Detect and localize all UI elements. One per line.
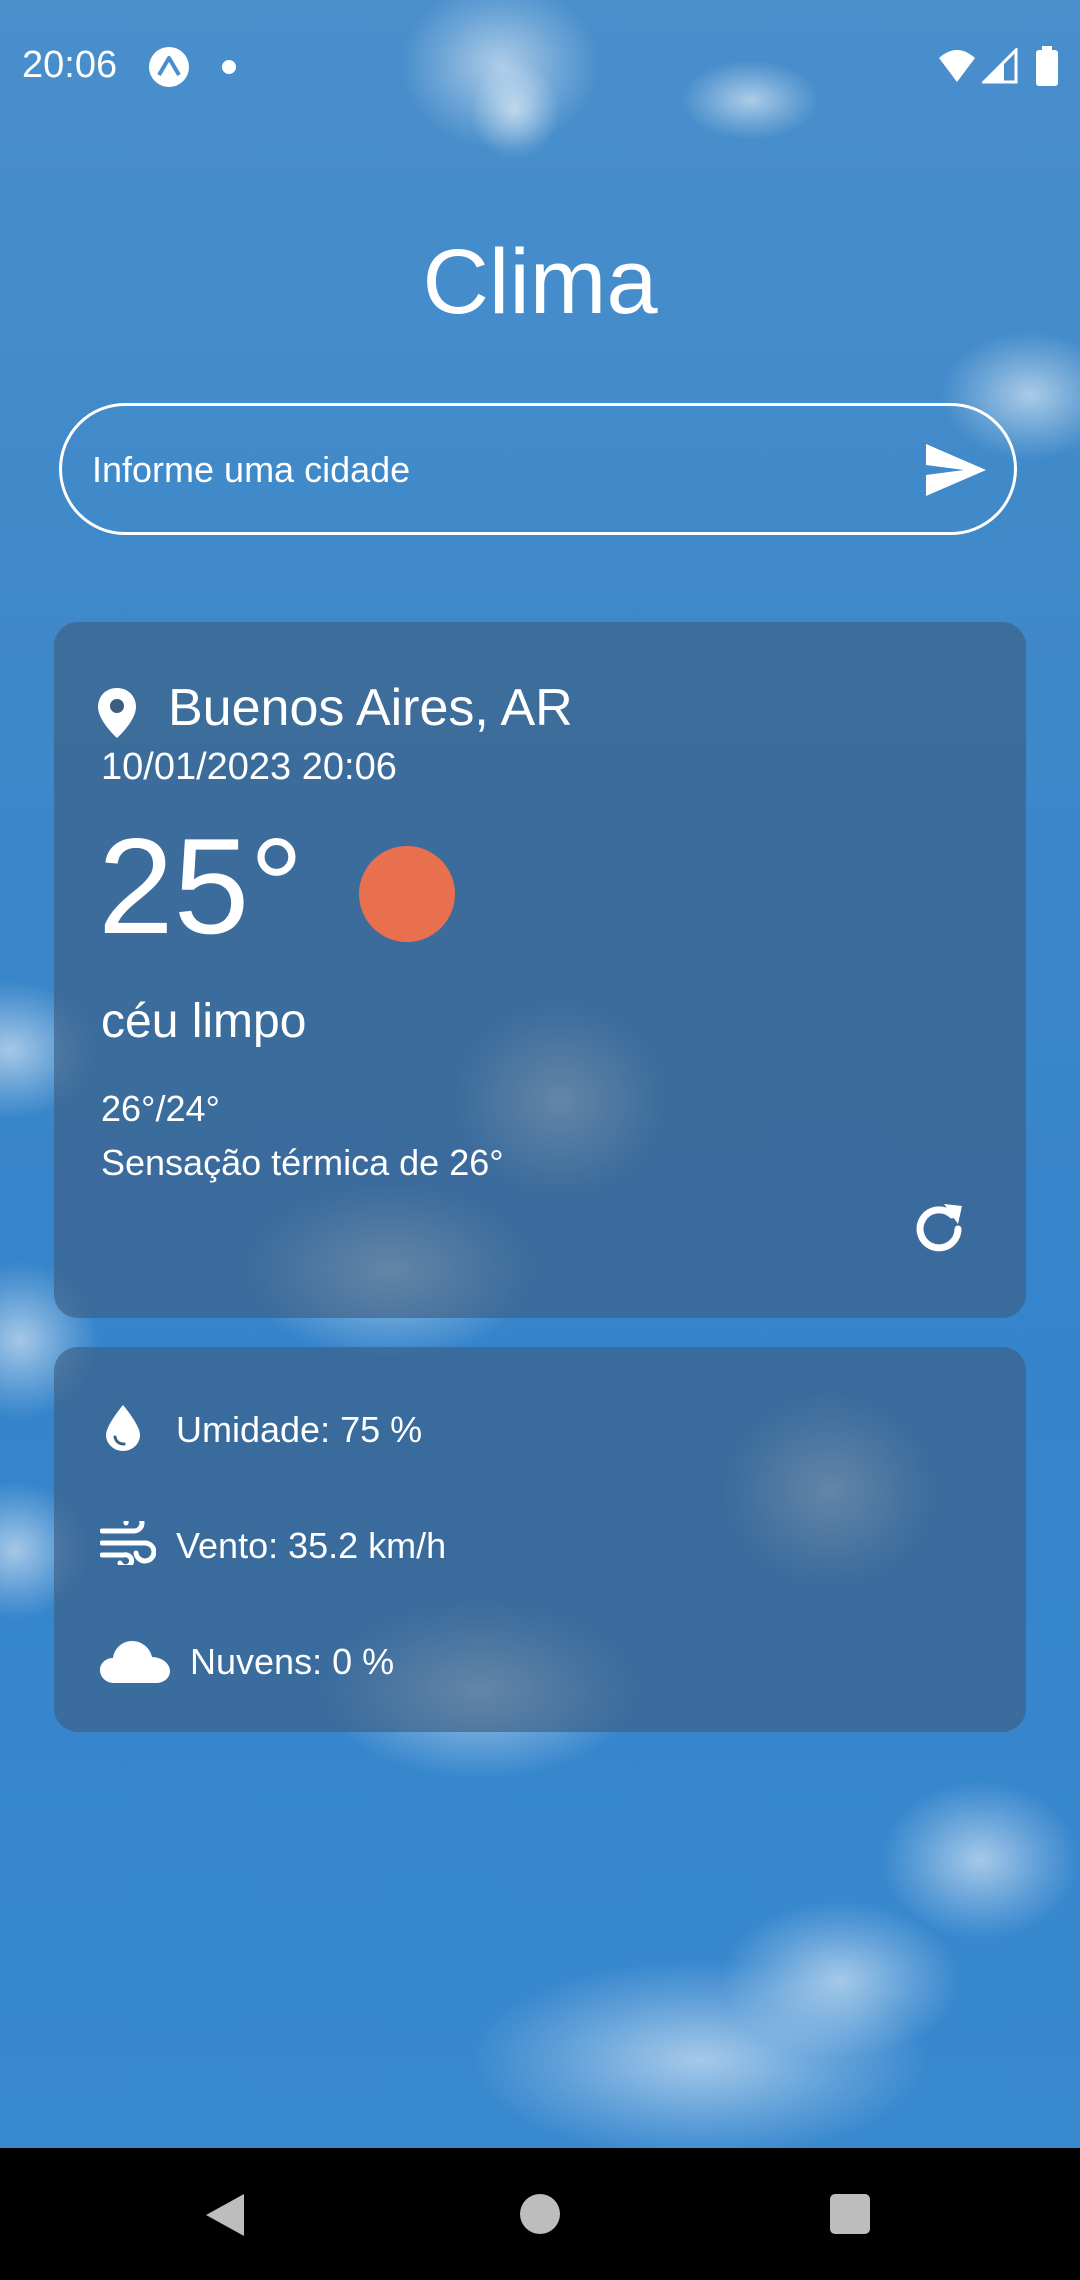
signal-icon [982, 48, 1018, 84]
wind-row: Vento: 35.2 km/h [54, 1515, 1026, 1575]
navigation-bar [0, 2148, 1080, 2280]
clouds-row: Nuvens: 0 % [54, 1631, 1026, 1691]
current-temperature: 25° [98, 810, 304, 962]
humidity-text: Umidade: 75 % [176, 1409, 423, 1450]
status-bar: 20:06 [0, 0, 1080, 140]
humidity-row: Umidade: 75 % [54, 1399, 1026, 1459]
wind-icon [100, 1521, 156, 1565]
back-triangle-icon[interactable] [204, 2192, 246, 2238]
weather-condition: céu limpo [101, 995, 307, 1048]
search-bar [59, 403, 1017, 535]
cloud-icon [100, 1641, 170, 1683]
expo-icon [149, 47, 189, 87]
wind-text: Vento: 35.2 km/h [176, 1525, 447, 1566]
feels-like: Sensação térmica de 26° [101, 1142, 504, 1183]
recents-square-icon[interactable] [830, 2194, 870, 2234]
location-pin-icon [98, 688, 136, 738]
droplet-icon [106, 1405, 140, 1451]
battery-icon [1036, 46, 1058, 86]
date-time: 10/01/2023 20:06 [101, 746, 397, 788]
dot-icon [222, 60, 236, 74]
details-card: Umidade: 75 % Vento: 35.2 km/h Nuvens: 0… [54, 1347, 1026, 1732]
refresh-icon[interactable] [908, 1198, 970, 1260]
status-time: 20:06 [22, 44, 118, 86]
home-circle-icon[interactable] [520, 2194, 560, 2234]
clouds-text: Nuvens: 0 % [190, 1641, 395, 1682]
send-icon[interactable] [924, 442, 988, 498]
location-name: Buenos Aires, AR [168, 679, 573, 737]
min-max-temperature: 26°/24° [101, 1088, 220, 1129]
sun-icon [359, 846, 455, 942]
weather-card: Buenos Aires, AR 10/01/2023 20:06 25° cé… [54, 622, 1026, 1318]
city-search-input[interactable] [90, 406, 894, 534]
page-title: Clima [422, 231, 658, 333]
wifi-icon [939, 50, 975, 82]
